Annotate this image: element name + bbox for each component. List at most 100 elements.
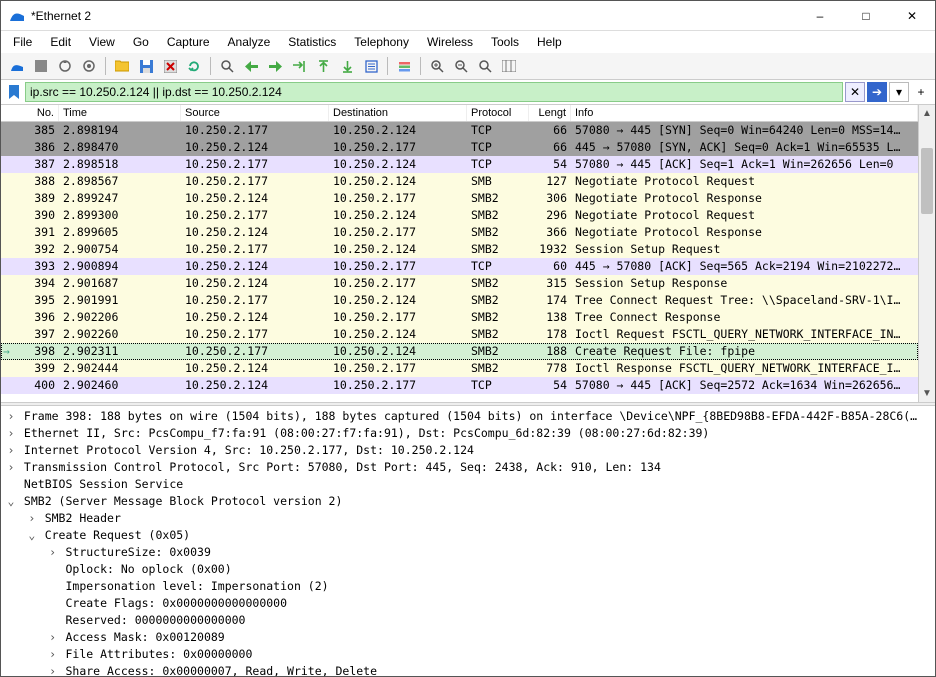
detail-tree-line[interactable]: Oplock: No oplock (0x00) — [1, 561, 935, 578]
colorize-button[interactable] — [393, 55, 415, 77]
packet-row[interactable]: 3942.90168710.250.2.12410.250.2.177SMB23… — [1, 275, 918, 292]
start-capture-button[interactable] — [6, 55, 28, 77]
menu-view[interactable]: View — [81, 33, 123, 51]
packet-row[interactable]: 3972.90226010.250.2.17710.250.2.124SMB21… — [1, 326, 918, 343]
detail-tree-line[interactable]: NetBIOS Session Service — [1, 476, 935, 493]
cell: 391 — [1, 224, 59, 241]
find-packet-button[interactable] — [216, 55, 238, 77]
restart-capture-button[interactable] — [54, 55, 76, 77]
stop-capture-button[interactable] — [30, 55, 52, 77]
menu-tools[interactable]: Tools — [483, 33, 527, 51]
expand-icon[interactable]: › — [47, 663, 59, 676]
save-file-button[interactable] — [135, 55, 157, 77]
detail-tree-line[interactable]: › StructureSize: 0x0039 — [1, 544, 935, 561]
detail-tree-line[interactable]: › Share Access: 0x00000007, Read, Write,… — [1, 663, 935, 676]
goto-packet-button[interactable] — [288, 55, 310, 77]
column-header[interactable]: Time — [59, 105, 181, 121]
reload-button[interactable] — [183, 55, 205, 77]
packet-details-pane[interactable]: › Frame 398: 188 bytes on wire (1504 bit… — [1, 406, 935, 676]
column-header[interactable]: No. — [1, 105, 59, 121]
detail-tree-line[interactable]: › Internet Protocol Version 4, Src: 10.2… — [1, 442, 935, 459]
detail-tree-line[interactable]: › Access Mask: 0x00120089 — [1, 629, 935, 646]
expand-icon[interactable]: › — [5, 442, 17, 459]
close-file-button[interactable] — [159, 55, 181, 77]
packet-row[interactable]: 3862.89847010.250.2.12410.250.2.177TCP66… — [1, 139, 918, 156]
column-header[interactable]: Source — [181, 105, 329, 121]
detail-tree-line[interactable]: Impersonation level: Impersonation (2) — [1, 578, 935, 595]
menu-telephony[interactable]: Telephony — [346, 33, 417, 51]
bookmark-filter-icon[interactable] — [5, 83, 23, 101]
goto-last-button[interactable] — [336, 55, 358, 77]
detail-tree-line[interactable]: ⌄ Create Request (0x05) — [1, 527, 935, 544]
expand-icon[interactable]: › — [5, 459, 17, 476]
packet-row[interactable]: 3852.89819410.250.2.17710.250.2.124TCP66… — [1, 122, 918, 139]
clear-filter-button[interactable]: ✕ — [845, 82, 865, 102]
menu-statistics[interactable]: Statistics — [280, 33, 344, 51]
collapse-icon[interactable]: ⌄ — [5, 493, 17, 510]
expand-icon[interactable]: › — [47, 646, 59, 663]
packet-row[interactable]: 3962.90220610.250.2.12410.250.2.177SMB21… — [1, 309, 918, 326]
menu-edit[interactable]: Edit — [42, 33, 79, 51]
menu-file[interactable]: File — [5, 33, 40, 51]
packet-row[interactable]: →3982.90231110.250.2.17710.250.2.124SMB2… — [1, 343, 918, 360]
packet-list[interactable]: No.TimeSourceDestinationProtocolLengtInf… — [1, 105, 918, 402]
detail-tree-line[interactable]: › SMB2 Header — [1, 510, 935, 527]
zoom-reset-button[interactable] — [474, 55, 496, 77]
packet-row[interactable]: 3902.89930010.250.2.17710.250.2.124SMB22… — [1, 207, 918, 224]
display-filter-input[interactable] — [25, 82, 843, 102]
menu-go[interactable]: Go — [125, 33, 157, 51]
packet-row[interactable]: 3992.90244410.250.2.12410.250.2.177SMB27… — [1, 360, 918, 377]
apply-filter-button[interactable]: ➔ — [867, 82, 887, 102]
menu-wireless[interactable]: Wireless — [419, 33, 481, 51]
cell: 778 — [529, 360, 571, 377]
packet-row[interactable]: 3912.89960510.250.2.12410.250.2.177SMB23… — [1, 224, 918, 241]
detail-tree-line[interactable]: Create Flags: 0x0000000000000000 — [1, 595, 935, 612]
go-back-button[interactable] — [240, 55, 262, 77]
packet-list-scrollbar[interactable]: ▲ ▼ — [918, 105, 935, 402]
detail-tree-line[interactable]: ⌄ SMB2 (Server Message Block Protocol ve… — [1, 493, 935, 510]
detail-tree-line[interactable]: › File Attributes: 0x00000000 — [1, 646, 935, 663]
packet-row[interactable]: 4002.90246010.250.2.12410.250.2.177TCP54… — [1, 377, 918, 394]
maximize-button[interactable]: □ — [843, 1, 889, 31]
packet-row[interactable]: 3872.89851810.250.2.17710.250.2.124TCP54… — [1, 156, 918, 173]
goto-first-button[interactable] — [312, 55, 334, 77]
zoom-out-button[interactable] — [450, 55, 472, 77]
minimize-button[interactable]: – — [797, 1, 843, 31]
menu-analyze[interactable]: Analyze — [220, 33, 279, 51]
capture-options-button[interactable] — [78, 55, 100, 77]
packet-row[interactable]: 3882.89856710.250.2.17710.250.2.124SMB12… — [1, 173, 918, 190]
close-button[interactable]: ✕ — [889, 1, 935, 31]
detail-tree-line[interactable]: Reserved: 0000000000000000 — [1, 612, 935, 629]
resize-columns-button[interactable] — [498, 55, 520, 77]
collapse-icon[interactable]: ⌄ — [26, 527, 38, 544]
scrollbar-thumb[interactable] — [921, 148, 933, 214]
cell: 395 — [1, 292, 59, 309]
expand-icon[interactable]: › — [47, 544, 59, 561]
packet-list-header[interactable]: No.TimeSourceDestinationProtocolLengtInf… — [1, 105, 918, 122]
packet-row[interactable]: 3932.90089410.250.2.12410.250.2.177TCP60… — [1, 258, 918, 275]
filter-history-button[interactable]: ▾ — [889, 82, 909, 102]
packet-row[interactable]: 3952.90199110.250.2.17710.250.2.124SMB21… — [1, 292, 918, 309]
scroll-up-icon[interactable]: ▲ — [919, 105, 935, 122]
add-filter-button[interactable]: + — [911, 82, 931, 102]
column-header[interactable]: Info — [571, 105, 918, 121]
expand-icon[interactable]: › — [5, 425, 17, 442]
open-file-button[interactable] — [111, 55, 133, 77]
column-header[interactable]: Lengt — [529, 105, 571, 121]
menu-help[interactable]: Help — [529, 33, 570, 51]
detail-tree-line[interactable]: › Transmission Control Protocol, Src Por… — [1, 459, 935, 476]
zoom-in-button[interactable] — [426, 55, 448, 77]
auto-scroll-button[interactable] — [360, 55, 382, 77]
packet-row[interactable]: 3892.89924710.250.2.12410.250.2.177SMB23… — [1, 190, 918, 207]
packet-row[interactable]: 3922.90075410.250.2.17710.250.2.124SMB21… — [1, 241, 918, 258]
expand-icon[interactable]: › — [47, 629, 59, 646]
expand-icon[interactable]: › — [5, 408, 17, 425]
detail-tree-line[interactable]: › Ethernet II, Src: PcsCompu_f7:fa:91 (0… — [1, 425, 935, 442]
go-forward-button[interactable] — [264, 55, 286, 77]
detail-tree-line[interactable]: › Frame 398: 188 bytes on wire (1504 bit… — [1, 408, 935, 425]
column-header[interactable]: Protocol — [467, 105, 529, 121]
expand-icon[interactable]: › — [26, 510, 38, 527]
column-header[interactable]: Destination — [329, 105, 467, 121]
menu-capture[interactable]: Capture — [159, 33, 218, 51]
scroll-down-icon[interactable]: ▼ — [919, 385, 935, 402]
